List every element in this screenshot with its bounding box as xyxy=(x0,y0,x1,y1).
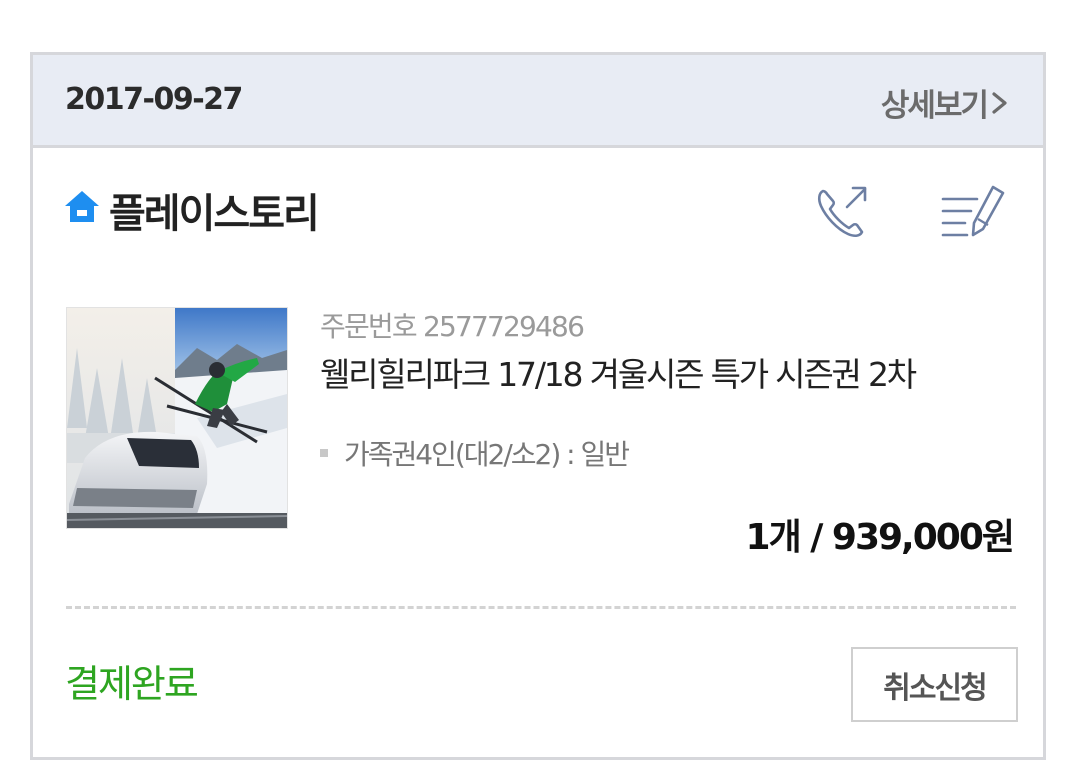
order-card: 2017-09-27 상세보기 플레이스토리 주문번호 2577729486 웰… xyxy=(30,52,1046,760)
product-name[interactable]: 웰리힐리파크 17/18 겨울시즌 특가 시즌권 2차 xyxy=(320,348,917,396)
order-card-header: 2017-09-27 상세보기 xyxy=(33,55,1043,148)
quantity-price: 1개 / 939,000원 xyxy=(745,517,1015,558)
detail-view-label: 상세보기 xyxy=(880,88,989,124)
payment-status: 결제완료 xyxy=(65,662,199,706)
phone-icon[interactable] xyxy=(813,183,873,243)
product-option: 가족권4인(대2/소2) : 일반 xyxy=(320,433,630,473)
store-row: 플레이스토리 xyxy=(33,148,1043,258)
product-option-text: 가족권4인(대2/소2) : 일반 xyxy=(344,438,630,471)
detail-view-link[interactable]: 상세보기 xyxy=(881,80,1011,125)
write-review-icon[interactable] xyxy=(937,183,1013,243)
dashed-divider xyxy=(66,606,1016,609)
chevron-right-icon xyxy=(989,86,1011,120)
cancel-request-button[interactable]: 취소신청 xyxy=(851,647,1018,722)
home-icon xyxy=(63,189,101,225)
order-date: 2017-09-27 xyxy=(65,82,243,117)
order-number: 주문번호 2577729486 xyxy=(320,310,585,343)
store-name[interactable]: 플레이스토리 xyxy=(109,181,320,239)
bullet-icon xyxy=(320,449,328,457)
product-thumbnail[interactable] xyxy=(66,307,288,529)
